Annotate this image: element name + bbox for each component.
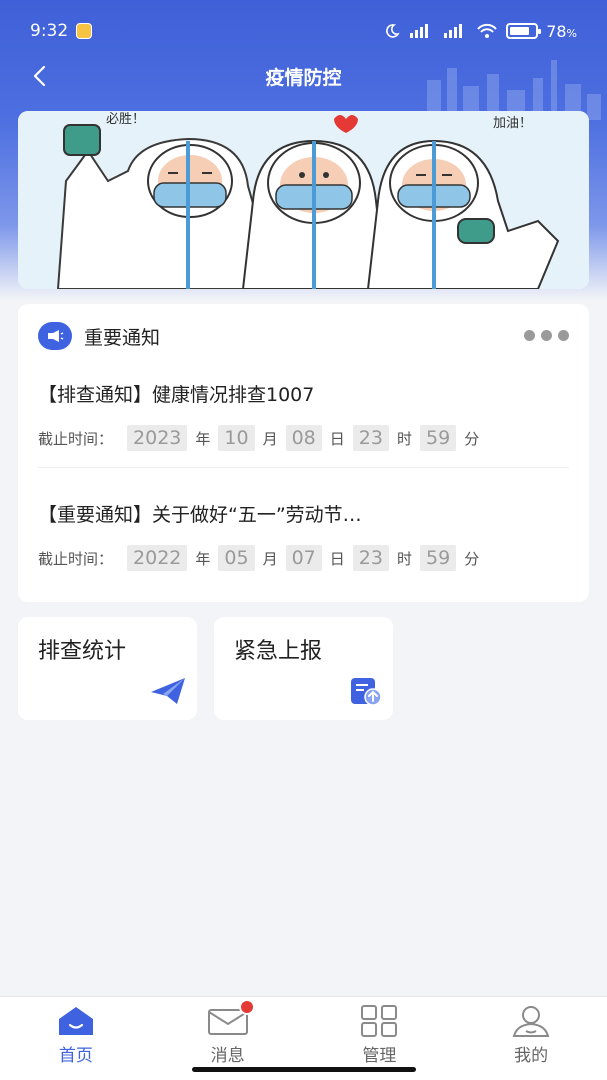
deadline-day: 08	[285, 425, 322, 451]
megaphone-icon	[38, 322, 72, 350]
notice-header: 重要通知	[38, 318, 569, 354]
quick-action-emergency-report[interactable]: 紧急上报	[214, 617, 393, 720]
tab-label: 消息	[210, 1046, 245, 1066]
deadline-year: 2023	[127, 425, 188, 451]
unit-day: 日	[329, 549, 345, 568]
clock: 9:32	[30, 21, 69, 41]
wifi-icon	[477, 23, 497, 38]
paper-plane-icon	[151, 678, 185, 704]
tab-label: 我的	[514, 1046, 549, 1066]
unit-year: 年	[195, 429, 211, 448]
notice-heading: 重要通知	[84, 326, 161, 349]
banner-text-right: 加油！	[493, 116, 532, 131]
unit-hour: 时	[396, 429, 412, 448]
deadline-month: 10	[218, 425, 255, 451]
home-icon	[58, 1007, 93, 1035]
unit-month: 月	[262, 429, 278, 448]
notice-deadline: 截止时间： 2022 年 05 月 07 日 23 时 59 分	[38, 545, 569, 571]
bottom-tab-bar: 首页 消息 管理 我的	[0, 996, 607, 1080]
banner-text-left: 必胜！	[106, 112, 145, 127]
deadline-minute: 59	[420, 545, 457, 571]
nav-bar: 疫情防控	[0, 52, 607, 100]
page-title: 疫情防控	[265, 66, 342, 89]
moon-icon	[386, 24, 400, 38]
grid-icon	[361, 1005, 398, 1037]
deadline-day: 07	[285, 545, 322, 571]
unit-minute: 分	[464, 549, 480, 568]
banner-image[interactable]: 必胜！ 加油！	[18, 111, 589, 289]
medical-workers-illustration: 必胜！ 加油！	[18, 111, 589, 289]
unread-badge	[238, 999, 255, 1015]
notice-title: 【排查通知】健康情况排查1007	[38, 384, 315, 406]
tab-profile[interactable]: 我的	[455, 997, 607, 1080]
quick-action-label: 紧急上报	[234, 639, 323, 664]
quick-action-label: 排查统计	[38, 639, 127, 664]
battery-percent: 78	[546, 21, 567, 41]
notice-card: 重要通知 【排查通知】健康情况排查1007 截止时间： 2023 年 10 月 …	[18, 304, 589, 602]
notice-deadline: 截止时间： 2023 年 10 月 08 日 23 时 59 分	[38, 425, 569, 451]
tab-label: 管理	[362, 1046, 397, 1066]
unit-day: 日	[329, 429, 345, 448]
quick-action-survey-stats[interactable]: 排查统计	[18, 617, 197, 720]
signal-icon-2	[444, 24, 463, 38]
battery-icon	[506, 23, 542, 39]
unit-year: 年	[195, 549, 211, 568]
unit-minute: 分	[464, 429, 480, 448]
unit-hour: 时	[396, 549, 412, 568]
deadline-hour: 23	[352, 545, 389, 571]
deadline-hour: 23	[352, 425, 389, 451]
tab-label: 首页	[58, 1046, 93, 1066]
notice-item[interactable]: 【排查通知】健康情况排查1007 截止时间： 2023 年 10 月 08 日 …	[38, 380, 569, 451]
signal-icon	[410, 24, 429, 38]
deadline-minute: 59	[420, 425, 457, 451]
deadline-label: 截止时间：	[38, 429, 114, 448]
notice-title: 【重要通知】关于做好“五一”劳动节…	[38, 504, 362, 526]
battery-percent-suffix: %	[566, 26, 577, 40]
unit-month: 月	[262, 549, 278, 568]
home-indicator[interactable]	[192, 1067, 416, 1072]
deadline-label: 截止时间：	[38, 549, 114, 568]
file-upload-icon	[351, 678, 382, 706]
deadline-year: 2022	[127, 545, 188, 571]
notice-item[interactable]: 【重要通知】关于做好“五一”劳动节… 截止时间： 2022 年 05 月 07 …	[38, 500, 569, 571]
user-icon	[512, 1006, 550, 1037]
divider	[38, 467, 569, 468]
more-icon[interactable]	[524, 330, 569, 341]
deadline-month: 05	[218, 545, 255, 571]
back-icon[interactable]	[26, 62, 54, 90]
tab-home[interactable]: 首页	[0, 997, 152, 1080]
notification-app-icon	[76, 23, 93, 39]
